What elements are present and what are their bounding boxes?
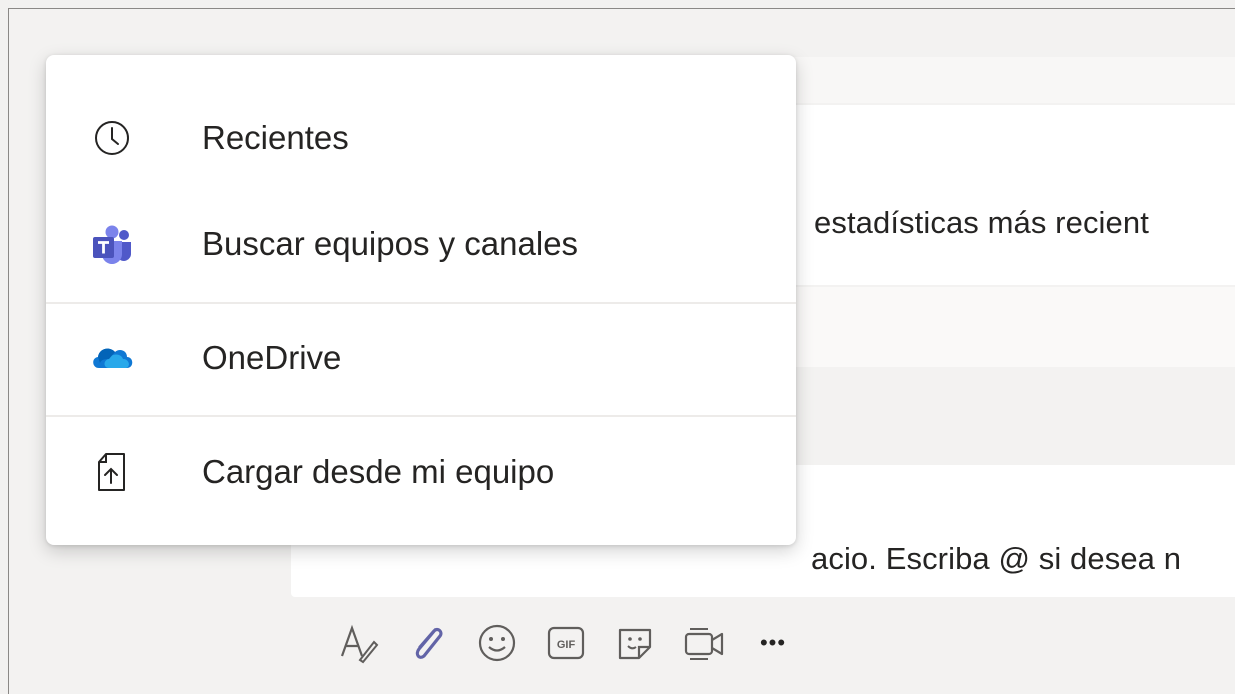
onedrive-icon: [88, 334, 136, 382]
sticker-icon: [618, 628, 652, 660]
upload-file-icon: [88, 448, 136, 496]
menu-item-label: Buscar equipos y canales: [202, 225, 579, 262]
gif-icon: GIF: [547, 626, 585, 660]
menu-item-onedrive[interactable]: OneDrive: [46, 313, 796, 403]
menu-item-browse-teams[interactable]: Buscar equipos y canales: [46, 199, 796, 289]
menu-item-label: OneDrive: [202, 339, 342, 376]
message-card[interactable]: [781, 105, 1235, 285]
menu-item-upload[interactable]: Cargar desde mi equipo: [46, 427, 796, 517]
clock-icon: [88, 114, 136, 162]
more-options-icon: •••: [759, 630, 787, 655]
emoji-button[interactable]: [473, 619, 521, 667]
gif-button[interactable]: GIF: [542, 619, 590, 667]
message-header-bar: [781, 57, 1235, 103]
format-icon: [340, 624, 379, 664]
attach-icon: [415, 627, 443, 659]
menu-item-label: Recientes: [202, 119, 349, 156]
emoji-icon: [478, 624, 516, 662]
attach-menu: Recientes Buscar equipos y canales OneDr…: [46, 55, 796, 545]
format-button[interactable]: [335, 619, 383, 667]
menu-item-label: Cargar desde mi equipo: [202, 453, 555, 490]
more-options-button[interactable]: •••: [749, 619, 797, 667]
meet-now-button[interactable]: [680, 619, 728, 667]
menu-divider: [46, 415, 796, 417]
menu-item-recent[interactable]: Recientes: [46, 93, 796, 183]
compose-toolbar: GIF •••: [335, 619, 818, 667]
meet-now-icon: [684, 628, 724, 660]
sticker-button[interactable]: [611, 619, 659, 667]
teams-icon: [88, 220, 136, 268]
compose-placeholder: acio. Escriba @ si desea n: [811, 541, 1182, 576]
menu-divider: [46, 302, 796, 304]
message-text: estadísticas más recient: [814, 205, 1149, 240]
svg-text:GIF: GIF: [557, 639, 576, 651]
attach-button[interactable]: [404, 619, 452, 667]
reply-bar[interactable]: [781, 287, 1235, 367]
